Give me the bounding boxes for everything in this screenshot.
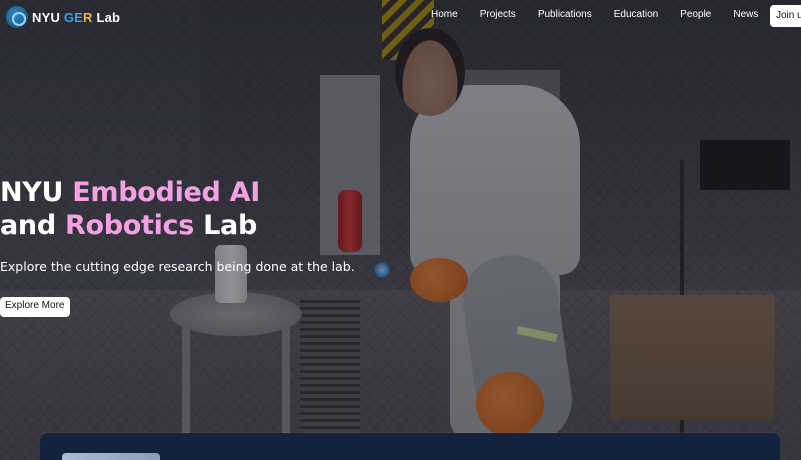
hero-subtitle: Explore the cutting edge research being … xyxy=(0,259,355,274)
lab-logo[interactable]: NYU GER Lab xyxy=(6,6,120,28)
logo-text: NYU GER Lab xyxy=(32,9,121,25)
nav-link-projects[interactable]: Projects xyxy=(480,9,516,20)
nav-link-people[interactable]: People xyxy=(680,9,711,20)
nav-link-education[interactable]: Education xyxy=(614,9,658,20)
nav-link-news[interactable]: News xyxy=(733,9,758,20)
hero-title: NYU Embodied AI and Robotics Lab xyxy=(0,177,260,241)
join-button[interactable]: Join us xyxy=(770,5,801,27)
nav-link-publications[interactable]: Publications xyxy=(538,9,592,20)
nav-link-home[interactable]: Home xyxy=(431,9,458,20)
navbar: NYU GER Lab Home Projects Publications E… xyxy=(0,0,801,34)
nav-links: Home Projects Publications Education Peo… xyxy=(431,9,758,20)
logo-icon xyxy=(6,6,28,28)
card-thumbnail[interactable] xyxy=(62,453,160,460)
explore-more-button[interactable]: Explore More xyxy=(0,297,71,317)
